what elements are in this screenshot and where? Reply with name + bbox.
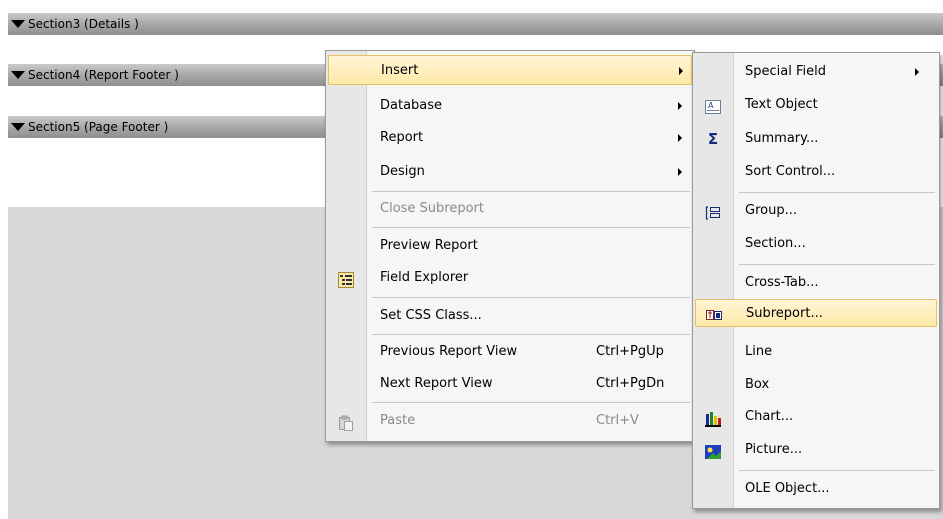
section-bar-details[interactable]: Section3 (Details ) bbox=[8, 13, 943, 35]
menu-item-label: OLE Object... bbox=[745, 481, 830, 496]
menu-item-label: Line bbox=[745, 344, 773, 359]
submenu-item-cross-tab[interactable]: Cross-Tab... bbox=[695, 268, 937, 298]
menu-separator bbox=[739, 192, 935, 193]
menu-item-label: Insert bbox=[381, 63, 419, 78]
submenu-arrow-icon bbox=[678, 134, 682, 142]
menu-separator bbox=[372, 227, 690, 228]
menu-item-label: Box bbox=[745, 377, 770, 392]
menu-item-label: Set CSS Class... bbox=[380, 308, 482, 323]
submenu-arrow-icon bbox=[915, 68, 919, 76]
menu-item-preview-report[interactable]: Preview Report bbox=[328, 231, 692, 261]
menu-item-set-css-class[interactable]: Set CSS Class... bbox=[328, 301, 692, 331]
group-icon bbox=[705, 203, 721, 220]
submenu-arrow-icon bbox=[678, 168, 682, 176]
menu-item-label: Preview Report bbox=[380, 238, 478, 253]
menu-item-label: Close Subreport bbox=[380, 201, 484, 216]
menu-item-report[interactable]: Report bbox=[328, 123, 692, 153]
menu-item-previous-report-view[interactable]: Previous Report View Ctrl+PgUp bbox=[328, 337, 692, 367]
section-label: Section4 (Report Footer ) bbox=[28, 68, 179, 82]
menu-separator bbox=[372, 334, 690, 335]
collapse-triangle-icon[interactable] bbox=[11, 70, 25, 79]
submenu-item-special-field[interactable]: Special Field bbox=[695, 57, 937, 87]
submenu-item-picture[interactable]: Picture... bbox=[695, 435, 937, 465]
menu-item-paste[interactable]: Paste Ctrl+V bbox=[328, 406, 692, 436]
menu-item-insert[interactable]: Insert bbox=[328, 55, 692, 85]
submenu-item-line[interactable]: Line bbox=[695, 337, 937, 367]
sigma-icon: Σ bbox=[707, 130, 719, 148]
menu-item-label: Design bbox=[380, 164, 425, 179]
menu-item-label: Text Object bbox=[745, 97, 818, 112]
paste-icon bbox=[338, 413, 354, 431]
submenu-item-sort-control[interactable]: Sort Control... bbox=[695, 157, 937, 187]
menu-separator bbox=[739, 264, 935, 265]
submenu-item-ole-object[interactable]: OLE Object... bbox=[695, 474, 937, 504]
context-menu: Insert Database Report Design Close Subr… bbox=[325, 50, 695, 442]
menu-separator bbox=[739, 470, 935, 471]
menu-item-label: Database bbox=[380, 98, 443, 113]
menu-item-design[interactable]: Design bbox=[328, 157, 692, 187]
field-explorer-icon bbox=[338, 270, 354, 288]
subreport-icon bbox=[706, 306, 722, 322]
menu-item-label: Summary... bbox=[745, 131, 819, 146]
submenu-arrow-icon bbox=[679, 67, 683, 75]
menu-item-field-explorer[interactable]: Field Explorer bbox=[328, 263, 692, 293]
menu-item-label: Subreport... bbox=[746, 306, 823, 321]
menu-item-database[interactable]: Database bbox=[328, 91, 692, 121]
menu-item-label: Chart... bbox=[745, 409, 794, 424]
submenu-item-chart[interactable]: Chart... bbox=[695, 402, 937, 432]
insert-submenu: Special Field A Text Object Σ Summary...… bbox=[692, 52, 940, 509]
menu-item-next-report-view[interactable]: Next Report View Ctrl+PgDn bbox=[328, 369, 692, 399]
menu-item-label: Report bbox=[380, 130, 424, 145]
menu-item-shortcut: Ctrl+V bbox=[596, 413, 639, 428]
submenu-item-summary[interactable]: Σ Summary... bbox=[695, 124, 937, 154]
menu-separator bbox=[372, 402, 690, 403]
submenu-item-group[interactable]: Group... bbox=[695, 196, 937, 226]
menu-item-label: Picture... bbox=[745, 442, 803, 457]
menu-item-label: Next Report View bbox=[380, 376, 493, 391]
menu-separator bbox=[372, 297, 690, 298]
menu-item-shortcut: Ctrl+PgUp bbox=[596, 344, 664, 359]
menu-item-label: Section... bbox=[745, 236, 806, 251]
picture-icon bbox=[705, 442, 721, 459]
submenu-item-box[interactable]: Box bbox=[695, 370, 937, 400]
submenu-item-subreport[interactable]: Subreport... bbox=[695, 299, 937, 327]
text-object-icon: A bbox=[705, 97, 721, 114]
submenu-arrow-icon bbox=[678, 102, 682, 110]
submenu-item-text-object[interactable]: A Text Object bbox=[695, 90, 937, 120]
menu-item-label: Sort Control... bbox=[745, 164, 836, 179]
menu-item-label: Field Explorer bbox=[380, 270, 469, 285]
menu-item-label: Previous Report View bbox=[380, 344, 518, 359]
section-label: Section3 (Details ) bbox=[28, 17, 139, 31]
menu-item-label: Cross-Tab... bbox=[745, 275, 819, 290]
menu-separator bbox=[372, 191, 690, 192]
chart-icon bbox=[705, 409, 721, 427]
menu-item-close-subreport[interactable]: Close Subreport bbox=[328, 194, 692, 224]
menu-item-label: Group... bbox=[745, 203, 797, 218]
menu-item-label: Special Field bbox=[745, 64, 826, 79]
collapse-triangle-icon[interactable] bbox=[11, 122, 25, 131]
collapse-triangle-icon[interactable] bbox=[11, 19, 25, 28]
menu-item-shortcut: Ctrl+PgDn bbox=[596, 376, 665, 391]
submenu-item-section[interactable]: Section... bbox=[695, 229, 937, 259]
section-label: Section5 (Page Footer ) bbox=[28, 120, 169, 134]
svg-text:A: A bbox=[708, 101, 714, 110]
menu-item-label: Paste bbox=[380, 413, 416, 428]
